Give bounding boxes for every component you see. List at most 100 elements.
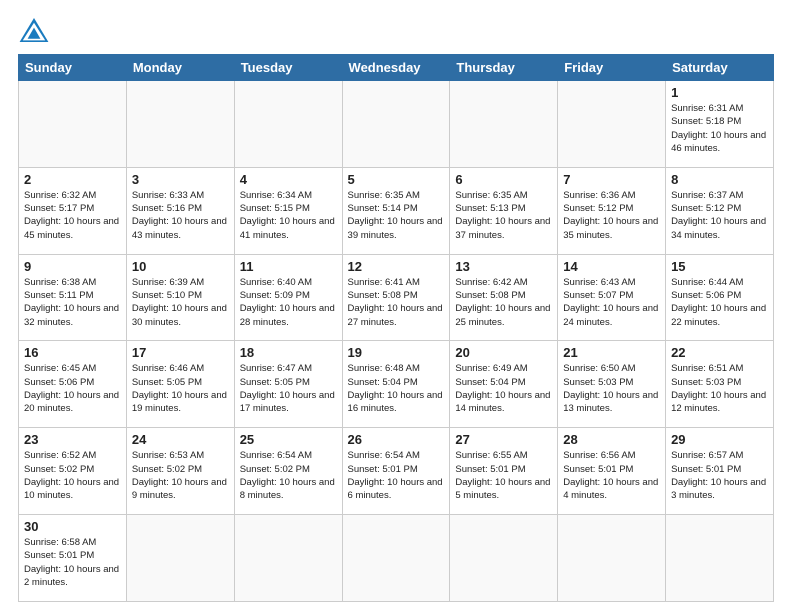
calendar-week-row: 2 Sunrise: 6:32 AM Sunset: 5:17 PM Daylig… bbox=[19, 167, 774, 254]
weekday-header: Sunday bbox=[19, 55, 127, 81]
calendar-cell: 25 Sunrise: 6:54 AM Sunset: 5:02 PM Dayli… bbox=[234, 428, 342, 515]
weekday-header: Thursday bbox=[450, 55, 558, 81]
day-number: 11 bbox=[240, 259, 337, 274]
day-number: 23 bbox=[24, 432, 121, 447]
day-info: Sunrise: 6:47 AM Sunset: 5:05 PM Dayligh… bbox=[240, 362, 337, 415]
calendar-cell: 23 Sunrise: 6:52 AM Sunset: 5:02 PM Dayli… bbox=[19, 428, 127, 515]
calendar-cell bbox=[234, 81, 342, 168]
calendar-header-row: SundayMondayTuesdayWednesdayThursdayFrid… bbox=[19, 55, 774, 81]
weekday-header: Tuesday bbox=[234, 55, 342, 81]
day-info: Sunrise: 6:49 AM Sunset: 5:04 PM Dayligh… bbox=[455, 362, 552, 415]
day-info: Sunrise: 6:45 AM Sunset: 5:06 PM Dayligh… bbox=[24, 362, 121, 415]
day-number: 21 bbox=[563, 345, 660, 360]
calendar-cell bbox=[450, 515, 558, 602]
calendar-cell: 30Sunrise: 6:58 AM Sunset: 5:01 PM Dayli… bbox=[19, 515, 127, 602]
calendar-cell: 22 Sunrise: 6:51 AM Sunset: 5:03 PM Dayli… bbox=[666, 341, 774, 428]
day-info: Sunrise: 6:42 AM Sunset: 5:08 PM Dayligh… bbox=[455, 276, 552, 329]
calendar-cell bbox=[126, 515, 234, 602]
day-number: 9 bbox=[24, 259, 121, 274]
day-number: 1 bbox=[671, 85, 768, 100]
day-info: Sunrise: 6:35 AM Sunset: 5:14 PM Dayligh… bbox=[348, 189, 445, 242]
calendar-cell: 28 Sunrise: 6:56 AM Sunset: 5:01 PM Dayli… bbox=[558, 428, 666, 515]
calendar-cell: 12Sunrise: 6:41 AM Sunset: 5:08 PM Dayli… bbox=[342, 254, 450, 341]
logo-icon bbox=[18, 16, 50, 44]
calendar-cell: 9Sunrise: 6:38 AM Sunset: 5:11 PM Daylig… bbox=[19, 254, 127, 341]
page: SundayMondayTuesdayWednesdayThursdayFrid… bbox=[0, 0, 792, 612]
day-number: 26 bbox=[348, 432, 445, 447]
calendar-cell bbox=[666, 515, 774, 602]
day-number: 29 bbox=[671, 432, 768, 447]
weekday-header: Wednesday bbox=[342, 55, 450, 81]
calendar-cell: 24 Sunrise: 6:53 AM Sunset: 5:02 PM Dayli… bbox=[126, 428, 234, 515]
calendar-week-row: 9Sunrise: 6:38 AM Sunset: 5:11 PM Daylig… bbox=[19, 254, 774, 341]
day-number: 4 bbox=[240, 172, 337, 187]
calendar-week-row: 1 Sunrise: 6:31 AM Sunset: 5:18 PM Daylig… bbox=[19, 81, 774, 168]
day-info: Sunrise: 6:56 AM Sunset: 5:01 PM Dayligh… bbox=[563, 449, 660, 502]
day-number: 10 bbox=[132, 259, 229, 274]
day-info: Sunrise: 6:34 AM Sunset: 5:15 PM Dayligh… bbox=[240, 189, 337, 242]
calendar-cell: 19 Sunrise: 6:48 AM Sunset: 5:04 PM Dayli… bbox=[342, 341, 450, 428]
calendar-cell: 7Sunrise: 6:36 AM Sunset: 5:12 PM Daylig… bbox=[558, 167, 666, 254]
header bbox=[18, 16, 774, 44]
calendar-cell: 11Sunrise: 6:40 AM Sunset: 5:09 PM Dayli… bbox=[234, 254, 342, 341]
day-info: Sunrise: 6:48 AM Sunset: 5:04 PM Dayligh… bbox=[348, 362, 445, 415]
day-info: Sunrise: 6:54 AM Sunset: 5:01 PM Dayligh… bbox=[348, 449, 445, 502]
calendar-cell: 27 Sunrise: 6:55 AM Sunset: 5:01 PM Dayli… bbox=[450, 428, 558, 515]
weekday-header: Friday bbox=[558, 55, 666, 81]
day-info: Sunrise: 6:31 AM Sunset: 5:18 PM Dayligh… bbox=[671, 102, 768, 155]
day-info: Sunrise: 6:37 AM Sunset: 5:12 PM Dayligh… bbox=[671, 189, 768, 242]
calendar-cell: 29 Sunrise: 6:57 AM Sunset: 5:01 PM Dayli… bbox=[666, 428, 774, 515]
calendar-cell bbox=[558, 515, 666, 602]
calendar-cell: 1 Sunrise: 6:31 AM Sunset: 5:18 PM Daylig… bbox=[666, 81, 774, 168]
day-info: Sunrise: 6:57 AM Sunset: 5:01 PM Dayligh… bbox=[671, 449, 768, 502]
calendar-week-row: 23 Sunrise: 6:52 AM Sunset: 5:02 PM Dayli… bbox=[19, 428, 774, 515]
calendar-cell: 3Sunrise: 6:33 AM Sunset: 5:16 PM Daylig… bbox=[126, 167, 234, 254]
calendar-cell: 20Sunrise: 6:49 AM Sunset: 5:04 PM Dayli… bbox=[450, 341, 558, 428]
day-number: 5 bbox=[348, 172, 445, 187]
calendar-cell: 5 Sunrise: 6:35 AM Sunset: 5:14 PM Daylig… bbox=[342, 167, 450, 254]
weekday-header: Saturday bbox=[666, 55, 774, 81]
day-number: 27 bbox=[455, 432, 552, 447]
day-info: Sunrise: 6:53 AM Sunset: 5:02 PM Dayligh… bbox=[132, 449, 229, 502]
calendar-cell bbox=[19, 81, 127, 168]
calendar-cell: 14Sunrise: 6:43 AM Sunset: 5:07 PM Dayli… bbox=[558, 254, 666, 341]
calendar-cell: 6Sunrise: 6:35 AM Sunset: 5:13 PM Daylig… bbox=[450, 167, 558, 254]
day-number: 22 bbox=[671, 345, 768, 360]
day-number: 25 bbox=[240, 432, 337, 447]
calendar-cell: 8 Sunrise: 6:37 AM Sunset: 5:12 PM Daylig… bbox=[666, 167, 774, 254]
day-number: 30 bbox=[24, 519, 121, 534]
day-number: 19 bbox=[348, 345, 445, 360]
day-number: 2 bbox=[24, 172, 121, 187]
day-number: 24 bbox=[132, 432, 229, 447]
calendar-cell: 18 Sunrise: 6:47 AM Sunset: 5:05 PM Dayli… bbox=[234, 341, 342, 428]
calendar-week-row: 16Sunrise: 6:45 AM Sunset: 5:06 PM Dayli… bbox=[19, 341, 774, 428]
calendar-cell: 21 Sunrise: 6:50 AM Sunset: 5:03 PM Dayli… bbox=[558, 341, 666, 428]
calendar-cell: 17Sunrise: 6:46 AM Sunset: 5:05 PM Dayli… bbox=[126, 341, 234, 428]
day-info: Sunrise: 6:32 AM Sunset: 5:17 PM Dayligh… bbox=[24, 189, 121, 242]
logo bbox=[18, 16, 54, 44]
calendar-cell bbox=[450, 81, 558, 168]
day-info: Sunrise: 6:50 AM Sunset: 5:03 PM Dayligh… bbox=[563, 362, 660, 415]
calendar-cell: 2 Sunrise: 6:32 AM Sunset: 5:17 PM Daylig… bbox=[19, 167, 127, 254]
day-info: Sunrise: 6:55 AM Sunset: 5:01 PM Dayligh… bbox=[455, 449, 552, 502]
day-number: 15 bbox=[671, 259, 768, 274]
day-number: 14 bbox=[563, 259, 660, 274]
day-number: 28 bbox=[563, 432, 660, 447]
calendar-cell bbox=[342, 515, 450, 602]
day-info: Sunrise: 6:52 AM Sunset: 5:02 PM Dayligh… bbox=[24, 449, 121, 502]
calendar-cell: 16Sunrise: 6:45 AM Sunset: 5:06 PM Dayli… bbox=[19, 341, 127, 428]
calendar-cell bbox=[234, 515, 342, 602]
day-number: 18 bbox=[240, 345, 337, 360]
day-info: Sunrise: 6:41 AM Sunset: 5:08 PM Dayligh… bbox=[348, 276, 445, 329]
calendar-cell: 10 Sunrise: 6:39 AM Sunset: 5:10 PM Dayli… bbox=[126, 254, 234, 341]
day-info: Sunrise: 6:39 AM Sunset: 5:10 PM Dayligh… bbox=[132, 276, 229, 329]
day-info: Sunrise: 6:44 AM Sunset: 5:06 PM Dayligh… bbox=[671, 276, 768, 329]
calendar-cell bbox=[126, 81, 234, 168]
day-number: 8 bbox=[671, 172, 768, 187]
calendar: SundayMondayTuesdayWednesdayThursdayFrid… bbox=[18, 54, 774, 602]
weekday-header: Monday bbox=[126, 55, 234, 81]
calendar-cell bbox=[342, 81, 450, 168]
day-info: Sunrise: 6:54 AM Sunset: 5:02 PM Dayligh… bbox=[240, 449, 337, 502]
day-info: Sunrise: 6:46 AM Sunset: 5:05 PM Dayligh… bbox=[132, 362, 229, 415]
day-info: Sunrise: 6:51 AM Sunset: 5:03 PM Dayligh… bbox=[671, 362, 768, 415]
